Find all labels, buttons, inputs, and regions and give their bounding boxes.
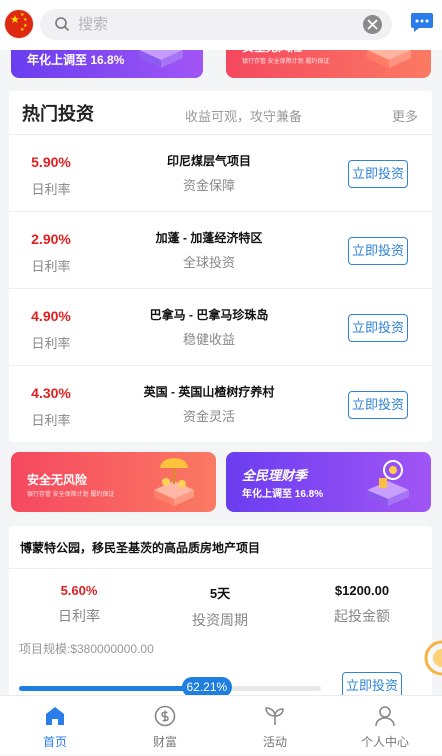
banner-subtitle: 年化上调至 16.8% (242, 489, 324, 500)
banner-title: 安全无风险 (27, 473, 88, 487)
hot-investments-card: 热门投资 收益可观，攻守兼备 更多 5.90% 日利率 印尼煤层气项目 资金保障… (9, 91, 432, 442)
project-scale: 项目规模:$380000000.00 (19, 642, 154, 656)
daily-rate-label: 日利率 (58, 608, 100, 624)
project-name: 印尼煤层气项目 (166, 154, 251, 168)
project-name: 巴拿马 - 巴拿马珍珠岛 (149, 308, 269, 322)
project-tag: 稳健收益 (182, 332, 235, 347)
investment-row[interactable]: 5.90% 日利率 印尼煤层气项目 资金保障 立即投资 (9, 134, 432, 211)
search-icon (55, 17, 69, 31)
section-title: 热门投资 (22, 104, 94, 124)
message-icon[interactable] (410, 12, 434, 34)
daily-rate: 4.90% (31, 308, 71, 324)
daily-rate: 2.90% (31, 231, 71, 247)
progress-fill (19, 686, 207, 691)
wealth-icon (154, 705, 176, 727)
china-flag-icon[interactable]: ★ ★ ★ ★ ★ (4, 9, 34, 39)
project-tag: 全球投资 (182, 255, 235, 270)
banner-title: 全民理财季 (242, 468, 308, 483)
project-name: 加蓬 - 加蓬经济特区 (155, 231, 263, 245)
invest-button[interactable]: 立即投资 (348, 391, 408, 419)
banner-subtitle: 银行存管 安全保障计划 履约保证 (242, 59, 330, 65)
top-bar: ★ ★ ★ ★ ★ (0, 0, 442, 50)
bottom-tab-bar: 首页 财富 活动 个人中心 (0, 695, 442, 755)
project-title: 博蒙特公园，移民圣基茨的高品质房地产项目 (20, 541, 261, 555)
banner-title: 年化上调至 16.8% (27, 53, 125, 67)
tab-label: 活动 (262, 735, 287, 749)
period-stat: 5天 投资周期 (150, 583, 290, 630)
min-amount-stat: $1200.00 起投金额 (292, 583, 432, 626)
search-input[interactable] (78, 13, 348, 36)
project-tag: 资金灵活 (182, 409, 235, 424)
invest-button[interactable]: 立即投资 (348, 160, 408, 188)
daily-rate: 4.30% (31, 385, 71, 401)
progress-bar (19, 686, 321, 691)
section-subtitle: 收益可观，攻守兼备 (185, 109, 303, 124)
coin-chest-icon (367, 460, 409, 506)
daily-rate-label: 日利率 (31, 413, 71, 428)
banner-wealth-season[interactable]: 全民理财季 年化上调至 16.8% (226, 452, 431, 512)
investment-row[interactable]: 4.30% 日利率 英国 - 英国山楂树疗养村 资金灵活 立即投资 (9, 365, 432, 442)
banner-safe[interactable]: 安全无风险 银行存管 安全保障计划 履约保证 (11, 452, 216, 512)
clear-icon[interactable] (363, 15, 382, 34)
min-amount-label: 起投金额 (334, 608, 390, 624)
featured-project-card[interactable]: 博蒙特公园，移民圣基茨的高品质房地产项目 5.60% 日利率 5天 投资周期 $… (9, 526, 432, 706)
project-name: 英国 - 英国山楂树疗养村 (143, 385, 275, 399)
investment-row[interactable]: 4.90% 日利率 巴拿马 - 巴拿马珍珠岛 稳健收益 立即投资 (9, 288, 432, 365)
tab-wealth[interactable]: 财富 (110, 696, 220, 756)
invest-button[interactable]: 立即投资 (348, 237, 408, 265)
divider (9, 568, 432, 569)
more-link[interactable]: 更多 (392, 106, 418, 125)
daily-rate-label: 日利率 (31, 336, 71, 351)
daily-rate: 5.90% (31, 154, 71, 170)
banner-subtitle: 银行存管 安全保障计划 履约保证 (27, 492, 115, 498)
tab-label: 首页 (42, 735, 67, 749)
investment-period: 5天 (209, 586, 231, 601)
daily-rate-label: 日利率 (31, 182, 71, 197)
tab-label: 个人中心 (360, 735, 409, 749)
daily-rate: 5.60% (60, 583, 98, 598)
progress-badge: 62.21% (181, 677, 232, 697)
sprout-icon (265, 707, 284, 725)
investment-row[interactable]: 2.90% 日利率 加蓬 - 加蓬经济特区 全球投资 立即投资 (9, 211, 432, 288)
floating-coin-icon[interactable] (418, 636, 442, 680)
search-box[interactable] (40, 9, 392, 40)
tab-activity[interactable]: 活动 (220, 696, 330, 756)
rate-stat: 5.60% 日利率 (9, 583, 149, 626)
project-tag: 资金保障 (182, 178, 235, 193)
investment-period-label: 投资周期 (192, 612, 248, 628)
umbrella-coins-icon (154, 458, 194, 506)
invest-button[interactable]: 立即投资 (348, 314, 408, 342)
tab-label: 财富 (152, 735, 177, 749)
home-icon (46, 707, 64, 725)
daily-rate-label: 日利率 (31, 259, 71, 274)
user-icon (375, 706, 395, 727)
tab-profile[interactable]: 个人中心 (330, 696, 440, 756)
tab-home[interactable]: 首页 (0, 696, 110, 756)
min-amount: $1200.00 (334, 583, 390, 598)
